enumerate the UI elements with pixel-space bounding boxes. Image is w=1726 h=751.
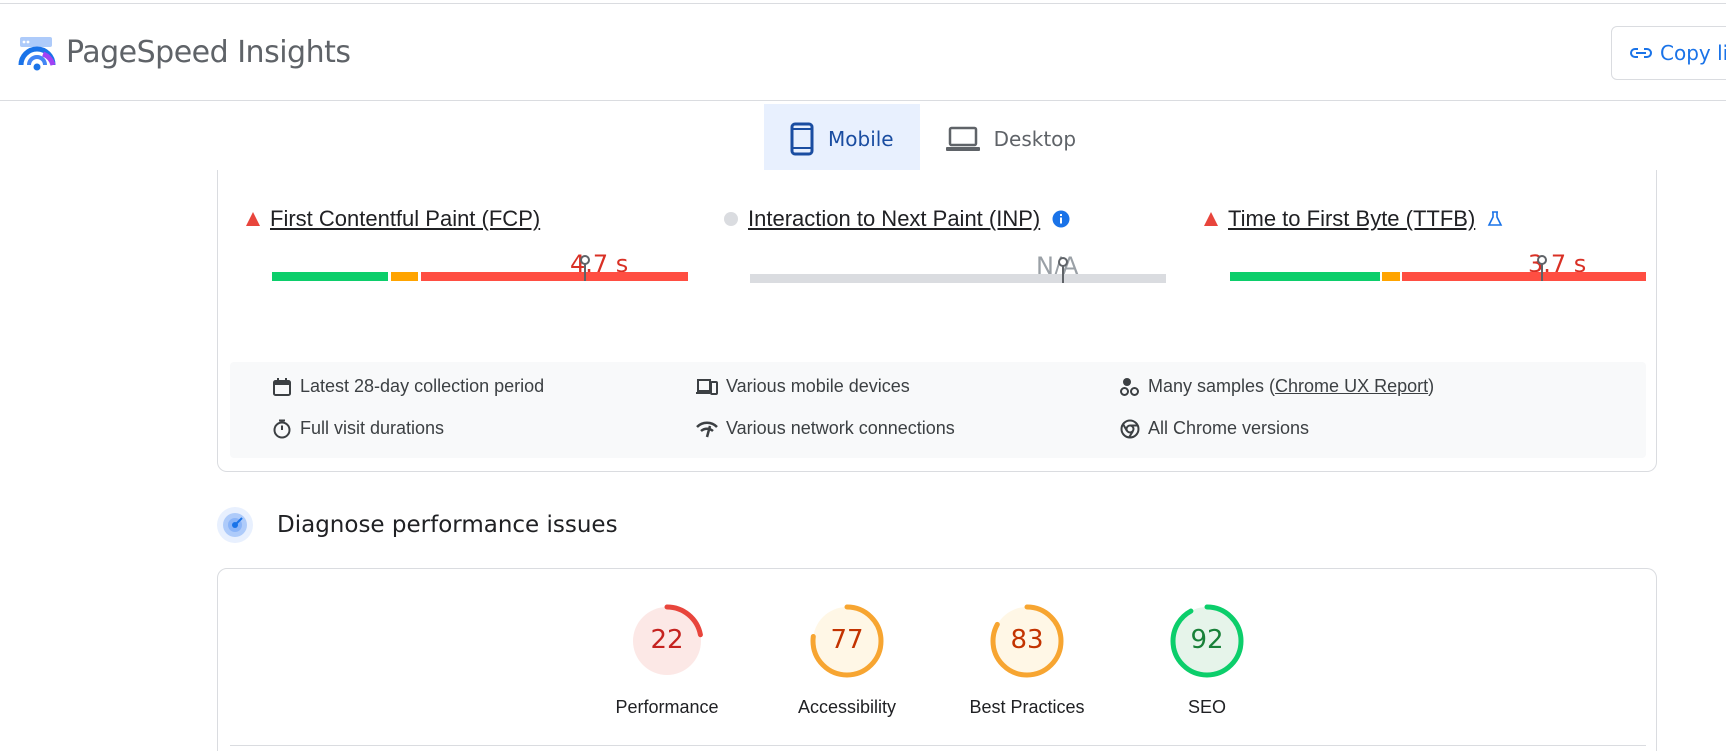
- no-data-dot-icon: [724, 212, 738, 226]
- percentile-marker: [1537, 255, 1547, 281]
- metric-fcp-link[interactable]: First Contentful Paint (FCP): [270, 206, 540, 232]
- info-visit-durations: Full visit durations: [272, 418, 444, 439]
- collection-info-box: Latest 28-day collection period Full vis…: [230, 362, 1646, 458]
- network-signal-icon: [696, 421, 718, 437]
- tab-mobile[interactable]: Mobile: [764, 104, 920, 174]
- percentile-marker: [580, 255, 590, 281]
- metric-fcp: First Contentful Paint (FCP) 4.7 s: [246, 206, 688, 281]
- percentile-marker: [1058, 257, 1068, 283]
- needs-improvement-segment: [391, 272, 418, 281]
- metric-ttfb-link[interactable]: Time to First Byte (TTFB): [1228, 206, 1475, 232]
- metric-inp: Interaction to Next Paint (INP) N/A: [724, 206, 1166, 283]
- pagespeed-logo-icon: [18, 37, 56, 71]
- copy-link-button[interactable]: Copy li: [1611, 26, 1726, 80]
- divider: [230, 745, 1646, 746]
- metric-ttfb-distribution-bar: [1230, 255, 1646, 281]
- gauge-accessibility[interactable]: 77 Accessibility: [777, 603, 917, 718]
- performance-score: 22: [650, 625, 684, 655]
- seo-score: 92: [1190, 625, 1224, 655]
- poor-segment: [421, 272, 688, 281]
- app-header: PageSpeed Insights Copy li: [0, 5, 1726, 101]
- poor-segment: [1402, 272, 1646, 281]
- samples-dots-icon: [1120, 377, 1139, 396]
- stopwatch-icon: [273, 419, 291, 438]
- poor-triangle-icon: [246, 212, 260, 226]
- info-network-text: Various network connections: [726, 418, 955, 438]
- seo-label: SEO: [1187, 697, 1226, 717]
- best-practices-label: Best Practices: [969, 697, 1085, 717]
- info-collection-period-text: Latest 28-day collection period: [300, 376, 545, 396]
- needs-improvement-segment: [1382, 272, 1400, 281]
- top-border: [0, 0, 1726, 4]
- diagnose-radar-icon: [217, 507, 253, 543]
- info-collection-period: Latest 28-day collection period: [272, 376, 544, 397]
- accessibility-label: Accessibility: [797, 697, 897, 717]
- link-icon: [1630, 48, 1652, 58]
- devices-icon: [696, 378, 718, 395]
- app-title: PageSpeed Insights: [66, 35, 351, 70]
- smartphone-icon: [790, 122, 814, 156]
- lab-scores-card: 22 Performance 77 Accessibility 83 Best …: [217, 568, 1657, 751]
- performance-label: Performance: [615, 697, 719, 717]
- device-tabs: Mobile Desktop: [764, 104, 1102, 174]
- good-segment: [1230, 272, 1380, 281]
- diagnose-section-header: Diagnose performance issues: [217, 507, 618, 543]
- metric-inp-link[interactable]: Interaction to Next Paint (INP): [748, 206, 1040, 232]
- info-samples-prefix: Many samples (: [1148, 376, 1276, 396]
- tab-desktop-label: Desktop: [993, 127, 1077, 151]
- info-network: Various network connections: [696, 418, 955, 439]
- na-segment: [750, 274, 1166, 283]
- chrome-icon: [1120, 419, 1140, 438]
- gauge-best-practices[interactable]: 83 Best Practices: [957, 603, 1097, 718]
- good-segment: [272, 272, 388, 281]
- info-samples-suffix: ): [1428, 376, 1435, 396]
- metric-ttfb: Time to First Byte (TTFB) 3.7 s: [1204, 206, 1646, 281]
- calendar-icon: [273, 377, 291, 396]
- metric-inp-distribution-bar: [750, 257, 1166, 283]
- chrome-ux-report-link[interactable]: Chrome UX Report: [1275, 376, 1428, 397]
- laptop-icon: [945, 126, 980, 151]
- tab-mobile-label: Mobile: [828, 127, 894, 151]
- info-devices-text: Various mobile devices: [726, 376, 910, 396]
- accessibility-score: 77: [830, 625, 864, 655]
- info-samples: Many samples (Chrome UX Report): [1120, 376, 1434, 397]
- copy-link-label: Copy li: [1660, 41, 1726, 65]
- gauge-seo[interactable]: 92 SEO: [1137, 603, 1277, 718]
- diagnose-title: Diagnose performance issues: [277, 512, 618, 538]
- metric-fcp-distribution-bar: [272, 255, 688, 281]
- info-chrome-versions: All Chrome versions: [1120, 418, 1309, 439]
- best-practices-score: 83: [1010, 625, 1044, 655]
- gauge-performance[interactable]: 22 Performance: [597, 603, 737, 718]
- info-visit-durations-text: Full visit durations: [300, 418, 445, 438]
- field-data-card: First Contentful Paint (FCP) 4.7 s Inter…: [217, 170, 1657, 472]
- info-icon[interactable]: [1052, 210, 1070, 228]
- info-chrome-versions-text: All Chrome versions: [1148, 418, 1310, 438]
- poor-triangle-icon: [1204, 212, 1218, 226]
- info-devices: Various mobile devices: [696, 376, 910, 397]
- tab-desktop[interactable]: Desktop: [920, 104, 1102, 174]
- flask-icon: [1488, 211, 1503, 226]
